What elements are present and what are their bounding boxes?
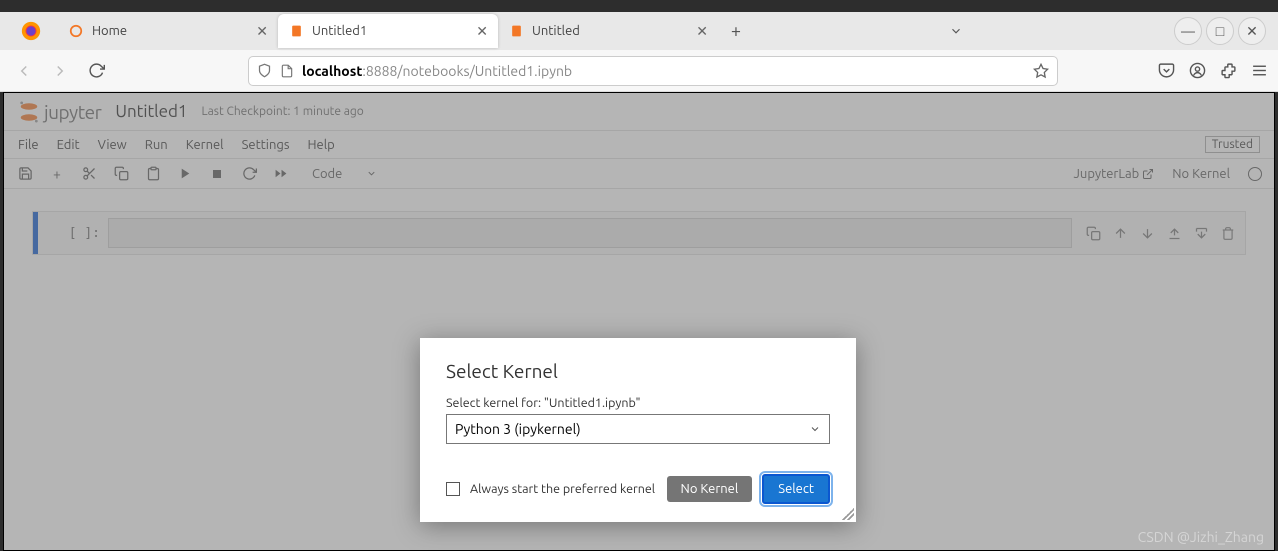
- jupyter-logo-icon: [18, 99, 40, 125]
- chevron-down-icon: [366, 168, 377, 179]
- cut-icon[interactable]: [80, 166, 98, 181]
- pocket-icon[interactable]: [1158, 62, 1175, 79]
- add-cell-icon[interactable]: +: [48, 166, 66, 182]
- code-input[interactable]: [108, 218, 1072, 248]
- select-kernel-dialog: Select Kernel Select kernel for: "Untitl…: [420, 338, 856, 522]
- always-start-checkbox[interactable]: [446, 482, 460, 496]
- chevron-down-icon: [809, 423, 821, 435]
- nav-bar: localhost:8888/notebooks/Untitled1.ipynb: [0, 50, 1278, 92]
- trusted-badge[interactable]: Trusted: [1205, 136, 1260, 153]
- back-button[interactable]: [10, 57, 38, 85]
- tabs-dropdown-icon[interactable]: [949, 24, 963, 38]
- duplicate-icon[interactable]: [1086, 226, 1101, 241]
- menu-help[interactable]: Help: [307, 138, 334, 152]
- cell-type-label: Code: [312, 167, 342, 181]
- copy-icon[interactable]: [112, 166, 130, 181]
- menu-icon[interactable]: [1251, 62, 1268, 79]
- insert-above-icon[interactable]: [1167, 226, 1182, 241]
- paste-icon[interactable]: [144, 166, 162, 181]
- tab-label: Home: [92, 24, 127, 38]
- menu-view[interactable]: View: [98, 138, 127, 152]
- insert-below-icon[interactable]: [1194, 226, 1209, 241]
- toolbar: + Code JupyterLab No Kernel: [4, 159, 1274, 189]
- forward-button[interactable]: [46, 57, 74, 85]
- tab-bar: Home ✕ Untitled1 ✕ Untitled ✕ + — □ ✕: [0, 12, 1278, 50]
- stop-icon[interactable]: [208, 168, 226, 180]
- url-bar[interactable]: localhost:8888/notebooks/Untitled1.ipynb: [248, 56, 1058, 86]
- page-icon: [280, 64, 294, 78]
- dialog-label: Select kernel for: "Untitled1.ipynb": [446, 396, 830, 410]
- tab-label: Untitled: [532, 24, 580, 38]
- notebook-tab-icon: [508, 23, 524, 39]
- menu-file[interactable]: File: [18, 138, 39, 152]
- browser-chrome: Home ✕ Untitled1 ✕ Untitled ✕ + — □ ✕ lo…: [0, 12, 1278, 92]
- delete-icon[interactable]: [1221, 226, 1235, 241]
- watermark: CSDN @Jizhi_Zhang: [1138, 529, 1264, 545]
- shield-icon: [257, 63, 272, 78]
- select-button[interactable]: Select: [762, 474, 830, 504]
- cell-type-select[interactable]: Code: [312, 167, 377, 181]
- kernel-indicator-icon[interactable]: [1248, 167, 1262, 181]
- window-titlebar: [0, 0, 1278, 12]
- document-title[interactable]: Untitled1: [115, 102, 187, 121]
- window-controls: — □ ✕: [1174, 17, 1274, 45]
- restart-icon[interactable]: [240, 166, 258, 181]
- dialog-footer: Always start the preferred kernel No Ker…: [446, 474, 830, 504]
- checkbox-label: Always start the preferred kernel: [470, 482, 655, 496]
- resize-handle-icon[interactable]: [842, 508, 854, 520]
- fast-forward-icon[interactable]: [272, 167, 290, 180]
- maximize-button[interactable]: □: [1206, 17, 1234, 45]
- reload-button[interactable]: [82, 57, 110, 85]
- tab-label: Untitled1: [312, 24, 367, 38]
- code-cell[interactable]: [ ]:: [32, 211, 1246, 255]
- close-icon[interactable]: ✕: [256, 23, 268, 40]
- bookmark-icon[interactable]: [1033, 63, 1049, 79]
- kernel-select-value: Python 3 (ipykernel): [455, 421, 581, 437]
- close-icon[interactable]: ✕: [696, 23, 708, 40]
- firefox-icon: [14, 14, 48, 48]
- jupyterlab-link[interactable]: JupyterLab: [1074, 167, 1155, 181]
- close-window-button[interactable]: ✕: [1238, 17, 1266, 45]
- close-icon[interactable]: ✕: [476, 23, 488, 40]
- move-up-icon[interactable]: [1113, 226, 1128, 241]
- notebook-area: [ ]:: [4, 189, 1274, 277]
- toolbar-right: [1158, 62, 1268, 79]
- move-down-icon[interactable]: [1140, 226, 1155, 241]
- checkpoint-label: Last Checkpoint: 1 minute ago: [202, 105, 364, 118]
- notebook-tab-icon: [288, 23, 304, 39]
- account-icon[interactable]: [1189, 62, 1206, 79]
- menu-bar: File Edit View Run Kernel Settings Help …: [4, 131, 1274, 159]
- jupyter-header: jupyter Untitled1 Last Checkpoint: 1 min…: [4, 93, 1274, 131]
- menu-settings[interactable]: Settings: [242, 138, 290, 152]
- tab-untitled[interactable]: Untitled ✕: [498, 14, 718, 48]
- jupyter-logo[interactable]: jupyter: [18, 99, 101, 125]
- minimize-button[interactable]: —: [1174, 17, 1202, 45]
- extensions-icon[interactable]: [1220, 62, 1237, 79]
- jupyter-tab-icon: [68, 23, 84, 39]
- jupyter-logo-text: jupyter: [44, 101, 101, 123]
- save-icon[interactable]: [16, 166, 34, 181]
- tab-home[interactable]: Home ✕: [58, 14, 278, 48]
- dialog-title: Select Kernel: [446, 360, 830, 382]
- run-icon[interactable]: [176, 167, 194, 180]
- menu-edit[interactable]: Edit: [57, 138, 80, 152]
- menu-kernel[interactable]: Kernel: [186, 138, 224, 152]
- new-tab-button[interactable]: +: [722, 17, 750, 45]
- kernel-select[interactable]: Python 3 (ipykernel): [446, 414, 830, 444]
- url-text: localhost:8888/notebooks/Untitled1.ipynb: [302, 63, 572, 79]
- no-kernel-button[interactable]: No Kernel: [667, 476, 753, 502]
- kernel-status-label[interactable]: No Kernel: [1172, 167, 1230, 181]
- cell-prompt: [ ]:: [38, 212, 108, 254]
- cell-toolbar: [1076, 212, 1245, 254]
- tab-untitled1[interactable]: Untitled1 ✕: [278, 14, 498, 48]
- menu-run[interactable]: Run: [145, 138, 168, 152]
